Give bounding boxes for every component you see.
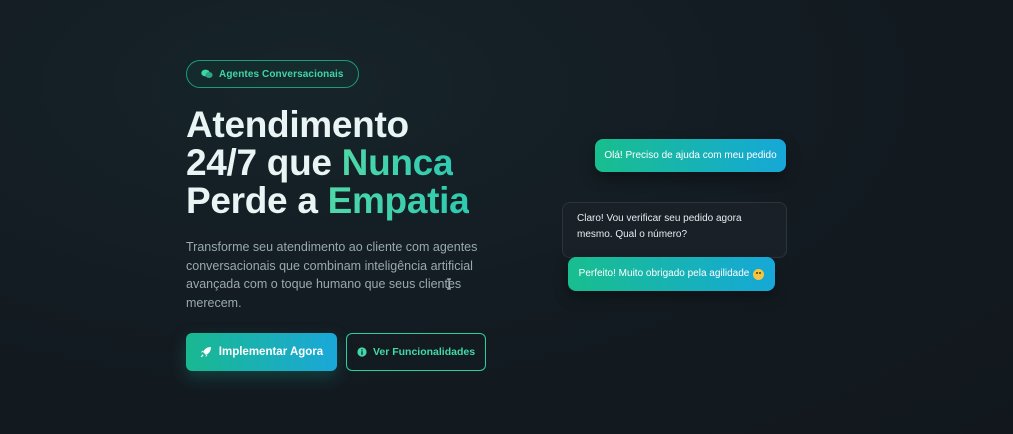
rocket-icon	[200, 347, 211, 358]
title-line-1: Atendimento	[186, 104, 409, 145]
chat-message-text: Claro! Vou verificar seu pedido agora me…	[577, 213, 742, 240]
hero-section: Agentes Conversacionais Atendimento 24/7…	[0, 0, 1013, 434]
chat-message-user: Olá! Preciso de ajuda com meu pedido	[595, 139, 786, 172]
chat-message-agent: Claro! Vou verificar seu pedido agora me…	[562, 202, 787, 258]
chat-message-user: Perfeito! Muito obrigado pela agilidade	[568, 257, 775, 291]
category-badge: Agentes Conversacionais	[186, 60, 359, 88]
title-line-3-accent: Empatia	[327, 180, 470, 221]
see-features-button[interactable]: Ver Funcionalidades	[346, 333, 486, 371]
badge-label: Agentes Conversacionais	[219, 68, 344, 80]
chat-message-text: Perfeito! Muito obrigado pela agilidade	[578, 268, 750, 279]
hero-subtitle: Transforme seu atendimento ao cliente co…	[186, 240, 478, 310]
info-circle-icon	[357, 347, 367, 357]
title-line-3-plain: Perde a	[186, 180, 328, 221]
text-cursor-icon	[447, 278, 451, 290]
chat-message-text: Olá! Preciso de ajuda com meu pedido	[604, 149, 777, 161]
chat-bubbles-icon	[201, 69, 213, 78]
title-line-2-accent: Nunca	[341, 142, 454, 183]
title-line-2-plain: 24/7 que	[186, 142, 342, 183]
page-title: Atendimento 24/7 que Nunca Perde a Empat…	[186, 106, 526, 220]
implement-now-button[interactable]: Implementar Agora	[186, 333, 337, 371]
see-features-label: Ver Funcionalidades	[372, 346, 476, 358]
smiling-face-icon	[753, 268, 765, 280]
implement-now-label: Implementar Agora	[218, 346, 324, 358]
